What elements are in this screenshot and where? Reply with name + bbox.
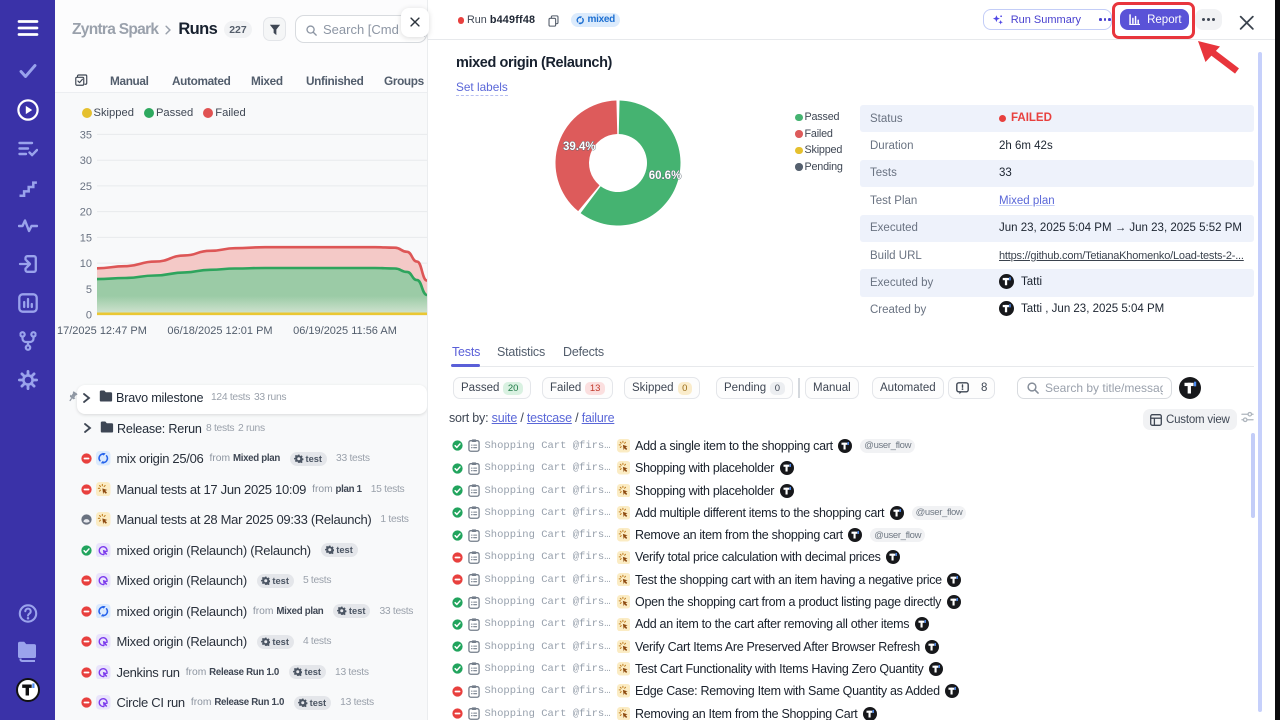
svg-text:17/2025 12:47 PM: 17/2025 12:47 PM [57,325,147,337]
svg-text:30: 30 [80,155,92,167]
svg-text:0: 0 [86,310,92,322]
svg-text:39.4%: 39.4% [563,141,596,153]
svg-text:15: 15 [80,232,92,244]
svg-text:25: 25 [80,181,92,193]
svg-text:20: 20 [80,207,92,219]
svg-text:06/19/2025 11:56 AM: 06/19/2025 11:56 AM [293,325,397,337]
svg-text:60.6%: 60.6% [649,170,682,182]
svg-text:35: 35 [80,129,92,141]
svg-text:5: 5 [86,284,92,296]
svg-text:10: 10 [80,258,92,270]
svg-text:06/18/2025 12:01 PM: 06/18/2025 12:01 PM [167,325,272,337]
